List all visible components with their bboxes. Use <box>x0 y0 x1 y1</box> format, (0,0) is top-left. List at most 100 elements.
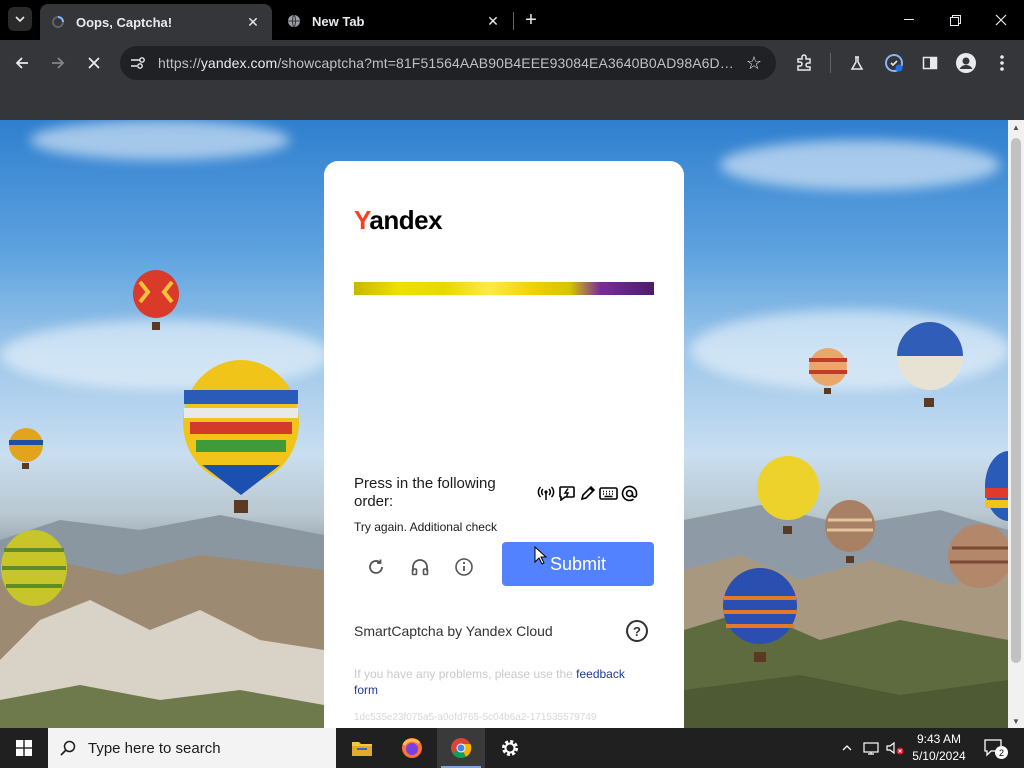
chrome-button[interactable] <box>437 728 485 768</box>
flask-icon <box>850 56 864 70</box>
settings-button[interactable] <box>486 728 534 768</box>
globe-icon <box>286 13 302 29</box>
taskbar-search[interactable]: Type here to search <box>48 728 336 768</box>
volume-muted-icon[interactable] <box>884 728 906 768</box>
hot-air-balloon <box>1 530 67 606</box>
restore-icon <box>949 14 961 26</box>
menu-button[interactable] <box>990 51 1014 75</box>
hot-air-balloon <box>723 568 797 662</box>
windows-taskbar: Type here to search 9:43 AM 5/10/2024 2 <box>0 728 1024 768</box>
stop-button[interactable] <box>82 51 106 75</box>
close-icon <box>995 14 1007 26</box>
kebab-menu-icon <box>1000 55 1004 71</box>
forward-arrow-icon <box>52 57 65 69</box>
hot-air-balloon <box>133 270 179 330</box>
problems-text: If you have any problems, please use the… <box>354 667 625 697</box>
back-button[interactable] <box>10 51 34 75</box>
back-arrow-icon <box>15 57 28 69</box>
yandex-logo: Yandex <box>354 205 443 235</box>
submit-button[interactable]: Submit <box>502 542 654 586</box>
tab-title: Oops, Captcha! <box>76 14 173 30</box>
keyboard-icon <box>599 484 618 502</box>
chrome-icon <box>451 738 472 759</box>
loading-spinner-icon <box>50 14 66 30</box>
network-icon[interactable] <box>860 728 882 768</box>
broadcast-icon <box>536 484 555 502</box>
hot-air-balloon <box>9 428 43 469</box>
search-icon <box>48 740 88 756</box>
captcha-order-icons <box>536 484 639 502</box>
stop-loading-icon <box>88 57 100 69</box>
mouse-cursor-icon <box>534 546 548 565</box>
page-background: Yandex Press in the following order: Try… <box>0 120 1008 728</box>
tab-search-button[interactable] <box>8 7 32 31</box>
tab-new-tab[interactable]: New Tab ✕ <box>276 6 512 36</box>
labs-button[interactable] <box>845 51 869 75</box>
notifications-button[interactable]: 2 <box>980 736 1008 760</box>
cloud <box>30 120 290 160</box>
chevron-up-icon <box>842 745 852 751</box>
notification-count-badge: 2 <box>995 746 1008 759</box>
firefox-button[interactable] <box>388 728 436 768</box>
refresh-button[interactable] <box>361 552 391 582</box>
extensions-button[interactable] <box>792 51 816 75</box>
info-button[interactable] <box>449 552 479 582</box>
hot-air-balloon <box>897 322 963 407</box>
page-scrollbar[interactable]: ▲ ▼ <box>1008 120 1024 728</box>
browser-toolbar: https://yandex.com/showcaptcha?mt=81F515… <box>0 40 1024 86</box>
hot-air-balloon <box>809 348 847 394</box>
firefox-icon <box>402 738 422 758</box>
captcha-instruction: Press in the following order: <box>354 475 496 510</box>
close-window-button[interactable] <box>986 8 1016 32</box>
extension-badge-icon <box>885 54 903 72</box>
tab-separator <box>513 12 514 30</box>
hot-air-balloon <box>985 451 1008 521</box>
minimize-button[interactable] <box>894 8 924 32</box>
tab-title: New Tab <box>312 13 365 29</box>
tab-oops-captcha[interactable]: Oops, Captcha! ✕ <box>40 4 272 40</box>
taskbar-clock[interactable]: 9:43 AM 5/10/2024 <box>906 731 972 765</box>
folder-icon <box>352 742 372 756</box>
restore-button[interactable] <box>940 8 970 32</box>
scroll-down-arrow-icon[interactable]: ▼ <box>1008 714 1024 728</box>
new-tab-button[interactable]: + <box>520 9 542 31</box>
start-button[interactable] <box>0 728 48 768</box>
captcha-error-text: Try again. Additional check <box>354 520 497 534</box>
at-sign-icon <box>620 484 639 502</box>
site-info-icon[interactable] <box>124 49 152 77</box>
hot-air-balloon <box>757 456 819 534</box>
minimize-icon <box>904 19 914 20</box>
close-tab-icon[interactable]: ✕ <box>484 12 502 30</box>
hot-air-balloon <box>183 360 299 513</box>
scroll-up-arrow-icon[interactable]: ▲ <box>1008 120 1024 134</box>
tab-strip: Oops, Captcha! ✕ New Tab ✕ + <box>0 0 1024 40</box>
toolbar-divider <box>830 53 831 73</box>
refresh-icon <box>369 559 383 574</box>
captcha-image[interactable] <box>354 282 654 295</box>
lightning-bubble-icon <box>557 484 576 502</box>
extension-button[interactable] <box>882 51 906 75</box>
help-icon[interactable]: ? <box>626 620 648 642</box>
puzzle-icon <box>797 54 811 71</box>
side-panel-icon <box>922 56 938 70</box>
scrollbar-thumb[interactable] <box>1011 138 1021 663</box>
pencil-icon <box>578 484 597 502</box>
hot-air-balloon <box>948 524 1008 588</box>
cloud <box>720 140 1000 190</box>
headphones-icon <box>411 559 429 576</box>
show-hidden-icons-button[interactable] <box>838 728 856 768</box>
side-panel-button[interactable] <box>918 51 942 75</box>
address-bar[interactable]: https://yandex.com/showcaptcha?mt=81F515… <box>120 46 776 80</box>
file-explorer-button[interactable] <box>338 728 386 768</box>
audio-captcha-button[interactable] <box>405 552 435 582</box>
profile-button[interactable] <box>954 51 978 75</box>
chevron-down-icon <box>15 16 25 22</box>
info-icon <box>455 558 473 576</box>
windows-logo-icon <box>16 740 32 756</box>
close-tab-icon[interactable]: ✕ <box>244 13 262 31</box>
smartcaptcha-label: SmartCaptcha by Yandex Cloud <box>354 623 553 639</box>
request-token: 1dc535e23f075a5-a0ofd765-5c04b6a2-171535… <box>354 712 597 723</box>
star-icon[interactable]: ☆ <box>740 49 768 77</box>
forward-button[interactable] <box>46 51 70 75</box>
url-text[interactable]: https://yandex.com/showcaptcha?mt=81F515… <box>152 55 740 71</box>
